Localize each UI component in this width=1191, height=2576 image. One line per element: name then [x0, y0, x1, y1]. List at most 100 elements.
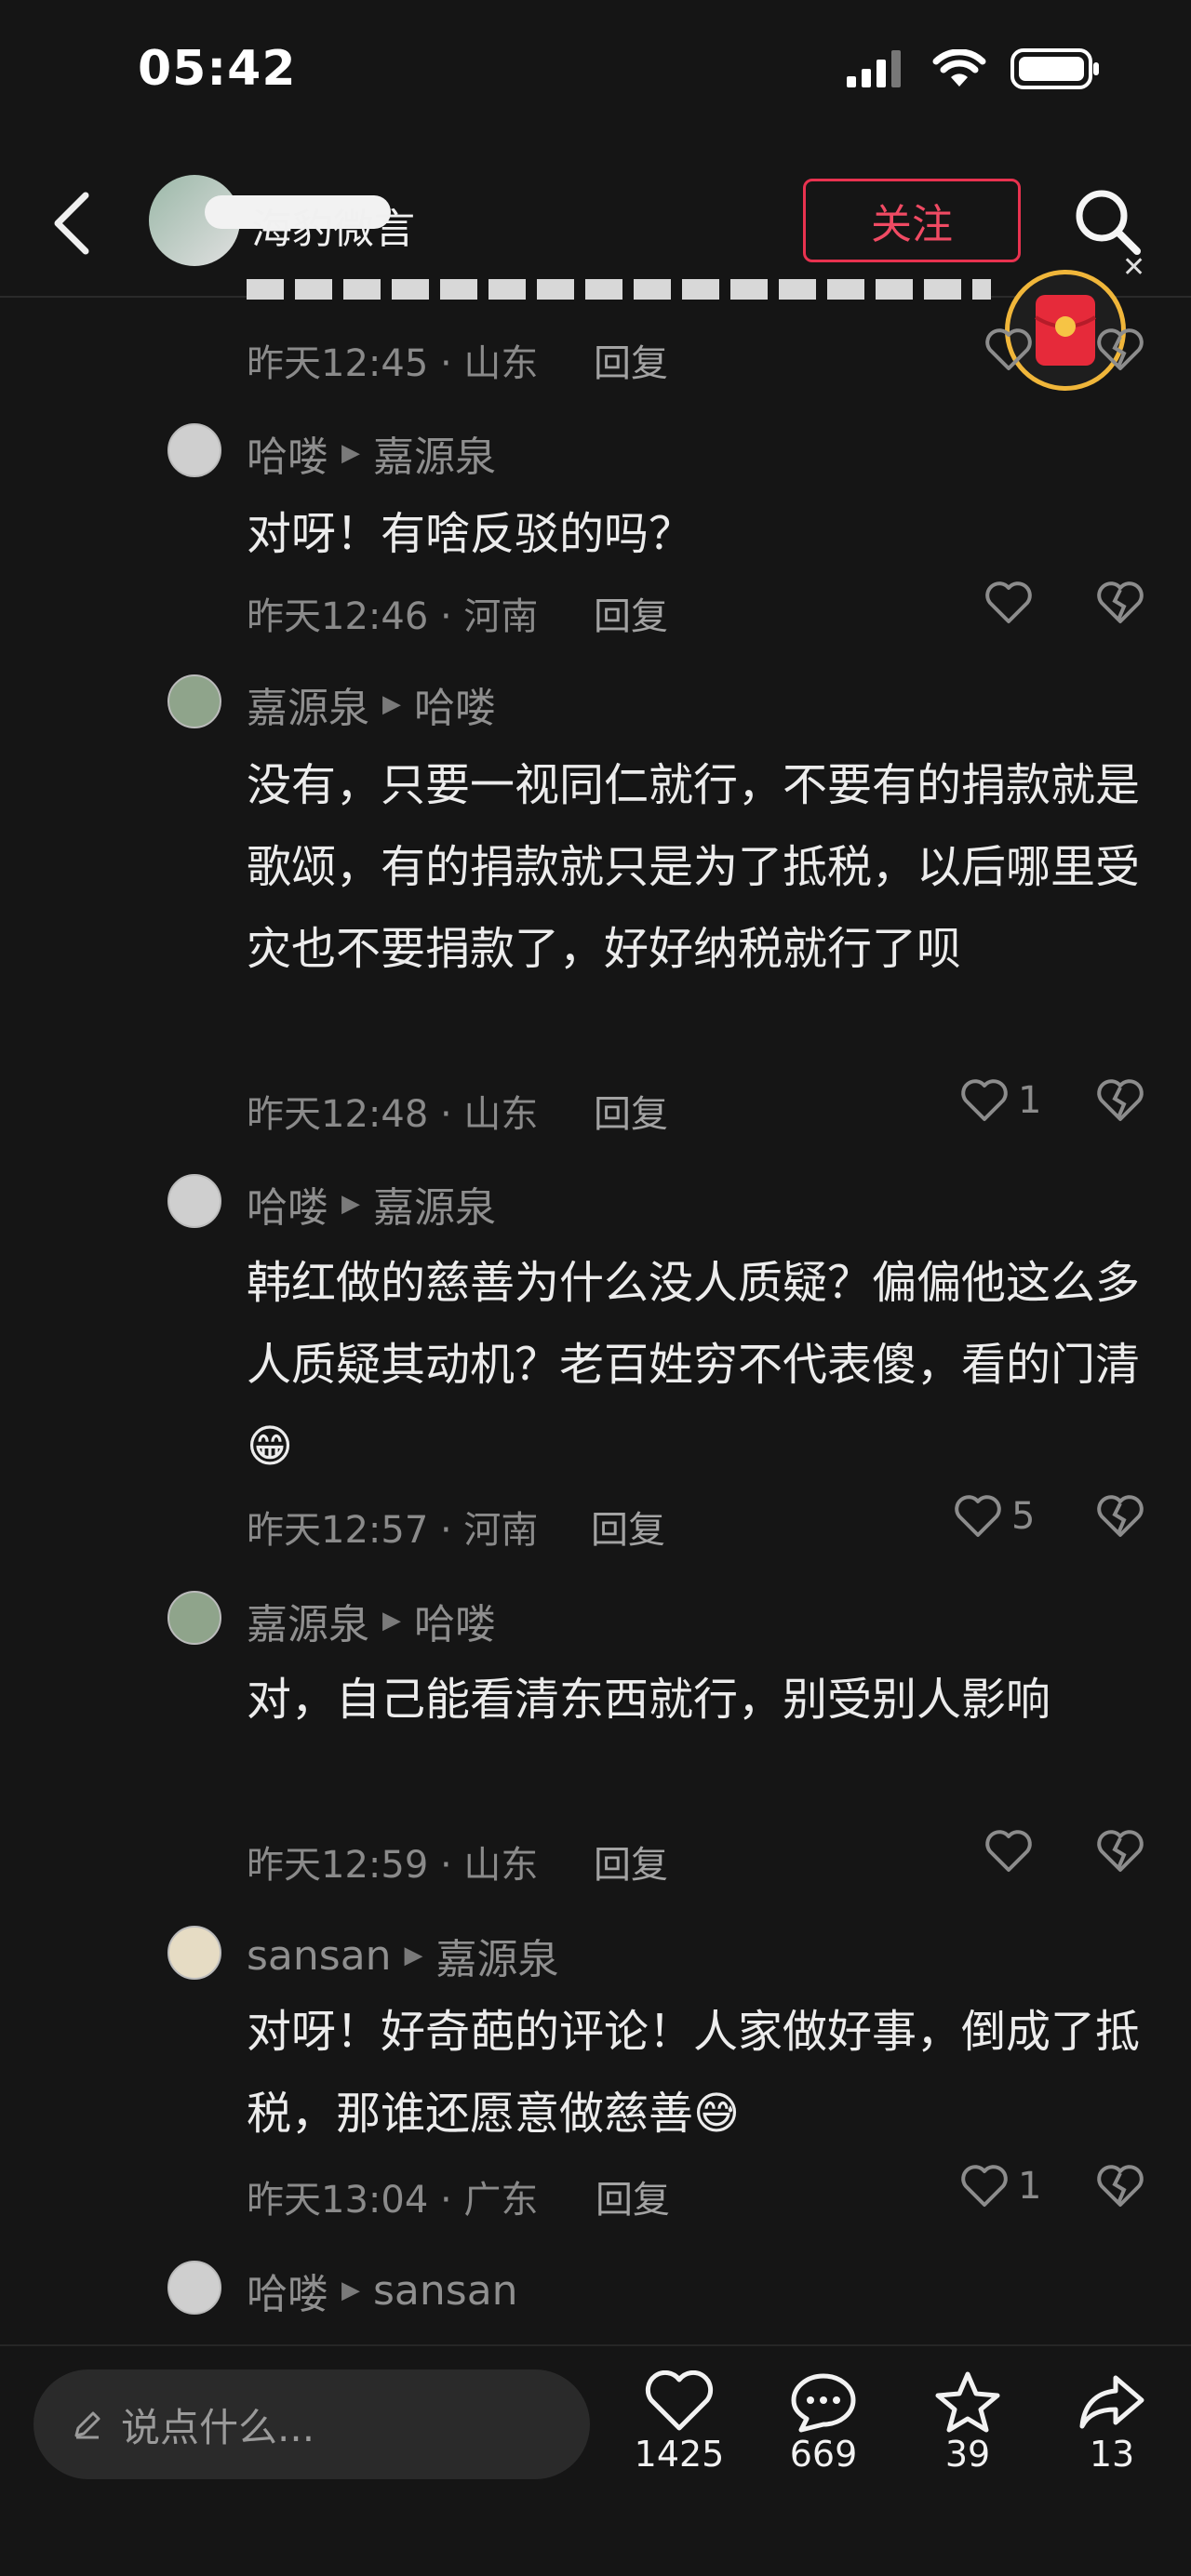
- reply-arrow-icon: ▶: [341, 1190, 360, 1218]
- like-button[interactable]: [984, 1829, 1033, 1874]
- comment-meta: 昨天13:04 · 广东: [247, 2179, 539, 2222]
- avatar[interactable]: [167, 2261, 221, 2315]
- reply-arrow-icon: ▶: [382, 1607, 401, 1635]
- like-button[interactable]: 1: [960, 2164, 1041, 2209]
- reply-button[interactable]: 回复: [596, 2169, 670, 2223]
- heart-icon: [961, 2165, 1008, 2207]
- like-count: 1: [1018, 2165, 1042, 2208]
- comment-username[interactable]: 哈喽: [247, 423, 328, 483]
- comment-header: sansan ▶ 嘉源泉: [247, 1926, 559, 1985]
- heart-icon: [985, 328, 1032, 370]
- comment-header: 哈喽 ▶ 嘉源泉: [247, 423, 496, 483]
- reply-button[interactable]: 回复: [594, 333, 668, 387]
- reply-arrow-icon: ▶: [404, 1942, 423, 1969]
- reply-target[interactable]: 哈喽: [414, 674, 496, 734]
- back-button[interactable]: [45, 186, 104, 260]
- comment-bubble-icon: [791, 2373, 856, 2433]
- like-action[interactable]: 1425: [623, 2370, 735, 2475]
- author-name[interactable]: 海豹微言: [251, 195, 415, 255]
- comment-text: 韩红做的慈善为什么没人质疑？偏偏他这么多人质疑其动机？老百姓穷不代表傻，看的门清…: [247, 1257, 1141, 1473]
- dislike-button[interactable]: [1096, 327, 1144, 376]
- broken-heart-icon: [1097, 1079, 1144, 1121]
- like-button[interactable]: 5: [954, 1494, 1035, 1539]
- avatar[interactable]: [167, 1926, 221, 1980]
- share-arrow-icon: [1079, 2375, 1144, 2429]
- comment-meta: 昨天12:45 · 山东: [247, 342, 539, 385]
- heart-icon: [955, 1495, 1001, 1537]
- reply-button[interactable]: 回复: [594, 586, 668, 640]
- reply-target[interactable]: 嘉源泉: [436, 1926, 559, 1985]
- reply-arrow-icon: ▶: [341, 439, 360, 467]
- battery-icon: [1010, 48, 1099, 89]
- reply-target[interactable]: 嘉源泉: [373, 1174, 496, 1234]
- comment-header: 嘉源泉 ▶ 哈喽: [247, 674, 496, 734]
- chevron-left-icon: [54, 192, 89, 255]
- dislike-button[interactable]: [1096, 1829, 1144, 1877]
- comment-text: 对呀！好奇葩的评论！人家做好事，倒成了抵税，那谁还愿意做慈善😅: [247, 2006, 1141, 2140]
- like-button[interactable]: 1: [960, 1078, 1041, 1123]
- heart-icon: [961, 1079, 1008, 1121]
- like-button[interactable]: [984, 581, 1033, 625]
- heart-icon: [985, 581, 1032, 623]
- like-count: 5: [1011, 1495, 1036, 1538]
- reply-button[interactable]: 回复: [594, 1084, 668, 1138]
- heart-icon: [985, 1830, 1032, 1872]
- signal-icon: [847, 50, 901, 87]
- bottom-divider: [0, 2344, 1191, 2346]
- like-button[interactable]: [984, 327, 1033, 372]
- avatar[interactable]: [167, 1591, 221, 1645]
- reply-target[interactable]: 哈喽: [414, 1591, 496, 1650]
- wifi-icon: [932, 49, 986, 87]
- dislike-button[interactable]: [1096, 1078, 1144, 1127]
- search-button[interactable]: [1070, 184, 1144, 259]
- comment-username[interactable]: 嘉源泉: [247, 1591, 369, 1650]
- broken-heart-icon: [1097, 328, 1144, 370]
- comment-username[interactable]: 哈喽: [247, 1174, 328, 1234]
- comment-action[interactable]: 669: [768, 2370, 879, 2475]
- comment-meta: 昨天12:59 · 山东: [247, 1844, 539, 1887]
- comment-total: 669: [789, 2434, 858, 2475]
- reply-button[interactable]: 回复: [591, 1500, 665, 1554]
- star-icon: [935, 2371, 1000, 2433]
- status-icons: [847, 48, 1100, 89]
- dislike-button[interactable]: [1096, 2164, 1144, 2212]
- heart-icon: [645, 2370, 714, 2431]
- comment-header: 哈喽 ▶ 嘉源泉: [247, 1174, 496, 1234]
- reply-arrow-icon: ▶: [382, 690, 401, 718]
- clipped-comment-line: [247, 279, 991, 300]
- comment-meta: 昨天12:46 · 河南: [247, 595, 539, 638]
- comment-header: 哈喽 ▶ sansan: [247, 2261, 518, 2320]
- comment-meta: 昨天12:57 · 河南: [247, 1509, 539, 1552]
- status-time: 05:42: [138, 41, 297, 97]
- share-total: 13: [1089, 2434, 1135, 2475]
- broken-heart-icon: [1097, 1495, 1144, 1537]
- dislike-button[interactable]: [1096, 1494, 1144, 1542]
- comment-header: 嘉源泉 ▶ 哈喽: [247, 1591, 496, 1650]
- comment-username[interactable]: sansan: [247, 1932, 392, 1980]
- reply-target[interactable]: sansan: [373, 2267, 518, 2315]
- dislike-button[interactable]: [1096, 581, 1144, 629]
- comment-username[interactable]: 嘉源泉: [247, 674, 369, 734]
- follow-button[interactable]: 关注: [803, 179, 1021, 262]
- avatar[interactable]: [167, 674, 221, 728]
- broken-heart-icon: [1097, 581, 1144, 623]
- comment-text: 对呀！有啥反驳的吗？: [247, 508, 694, 560]
- comment-username[interactable]: 哈喽: [247, 2261, 328, 2320]
- share-action[interactable]: 13: [1056, 2370, 1168, 2475]
- favorite-total: 39: [944, 2434, 991, 2475]
- reply-arrow-icon: ▶: [341, 2276, 360, 2304]
- comment-input[interactable]: 说点什么...: [33, 2369, 590, 2479]
- like-total: 1425: [634, 2434, 725, 2475]
- reply-button[interactable]: 回复: [594, 1835, 668, 1889]
- comment-meta: 昨天12:48 · 山东: [247, 1093, 539, 1136]
- favorite-action[interactable]: 39: [912, 2370, 1024, 2475]
- broken-heart-icon: [1097, 2165, 1144, 2207]
- comment-input-placeholder: 说点什么...: [121, 2404, 315, 2450]
- broken-heart-icon: [1097, 1830, 1144, 1872]
- avatar[interactable]: [167, 423, 221, 477]
- close-icon[interactable]: ✕: [1122, 251, 1145, 284]
- comment-text: 没有，只要一视同仁就行，不要有的捐款就是歌颂，有的捐款就只是为了抵税，以后哪里受…: [247, 759, 1141, 975]
- avatar[interactable]: [167, 1174, 221, 1228]
- comment-text: 对，自己能看清东西就行，别受别人影响: [247, 1674, 1051, 1726]
- reply-target[interactable]: 嘉源泉: [373, 423, 496, 483]
